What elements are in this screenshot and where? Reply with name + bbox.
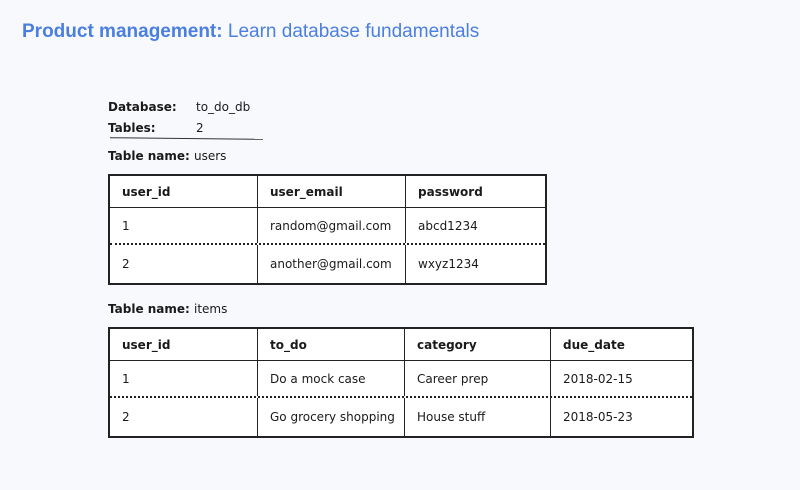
table-row: 2 another@gmail.com wxyz1234 xyxy=(110,245,545,283)
table-name-value: items xyxy=(194,302,228,316)
table-row: 1 random@gmail.com abcd1234 xyxy=(110,208,545,245)
tables-value: 2 xyxy=(196,120,204,135)
table-cell: 1 xyxy=(110,361,258,396)
table-header-row: user_id to_do category due_date xyxy=(110,329,692,361)
table-cell: 1 xyxy=(110,208,258,243)
column-header: user_id xyxy=(110,176,258,207)
database-value: to_do_db xyxy=(196,99,251,114)
table-cell: Career prep xyxy=(405,361,551,396)
table-cell: wxyz1234 xyxy=(418,257,479,271)
column-header: category xyxy=(405,329,551,360)
table-cell: Do a mock case xyxy=(258,361,405,396)
table-cell: 2018-05-23 xyxy=(563,410,633,424)
page-category: Product management: xyxy=(22,21,223,42)
table-cell: 2 xyxy=(110,245,258,283)
column-header: user_id xyxy=(110,329,258,360)
table-row: 1 Do a mock case Career prep 2018-02-15 xyxy=(110,361,692,398)
database-label: Database: xyxy=(108,99,177,114)
column-header: password xyxy=(418,184,483,199)
table-row: 2 Go grocery shopping House stuff 2018-0… xyxy=(110,398,692,436)
column-header: to_do xyxy=(258,329,405,360)
table-cell: another@gmail.com xyxy=(258,245,406,283)
database-row: Database: to_do_db xyxy=(108,96,250,117)
table-name-value: users xyxy=(194,149,227,163)
table-cell: abcd1234 xyxy=(418,218,478,233)
page-subtitle: Learn database fundamentals xyxy=(227,21,480,42)
users-table-name: Table name: users xyxy=(108,147,226,165)
page-title: Product management: Learn database funda… xyxy=(22,21,479,43)
column-header: due_date xyxy=(563,337,625,352)
table-cell: 2 xyxy=(110,398,258,436)
items-table: user_id to_do category due_date 1 Do a m… xyxy=(108,327,694,438)
items-table-name: Table name: items xyxy=(108,300,227,318)
database-info: Database: to_do_db Tables: 2 xyxy=(108,96,250,138)
column-header: user_email xyxy=(258,176,406,207)
table-name-label: Table name: xyxy=(108,302,190,316)
tables-row: Tables: 2 xyxy=(108,117,250,138)
tables-label: Tables: xyxy=(108,120,156,135)
users-table: user_id user_email password 1 random@gma… xyxy=(108,174,547,285)
table-name-label: Table name: xyxy=(108,149,190,163)
table-header-row: user_id user_email password xyxy=(110,176,545,208)
table-cell: House stuff xyxy=(405,398,551,436)
meta-divider xyxy=(109,137,264,140)
table-cell: random@gmail.com xyxy=(258,208,406,243)
table-cell: 2018-02-15 xyxy=(563,371,633,386)
table-cell: Go grocery shopping xyxy=(258,398,405,436)
